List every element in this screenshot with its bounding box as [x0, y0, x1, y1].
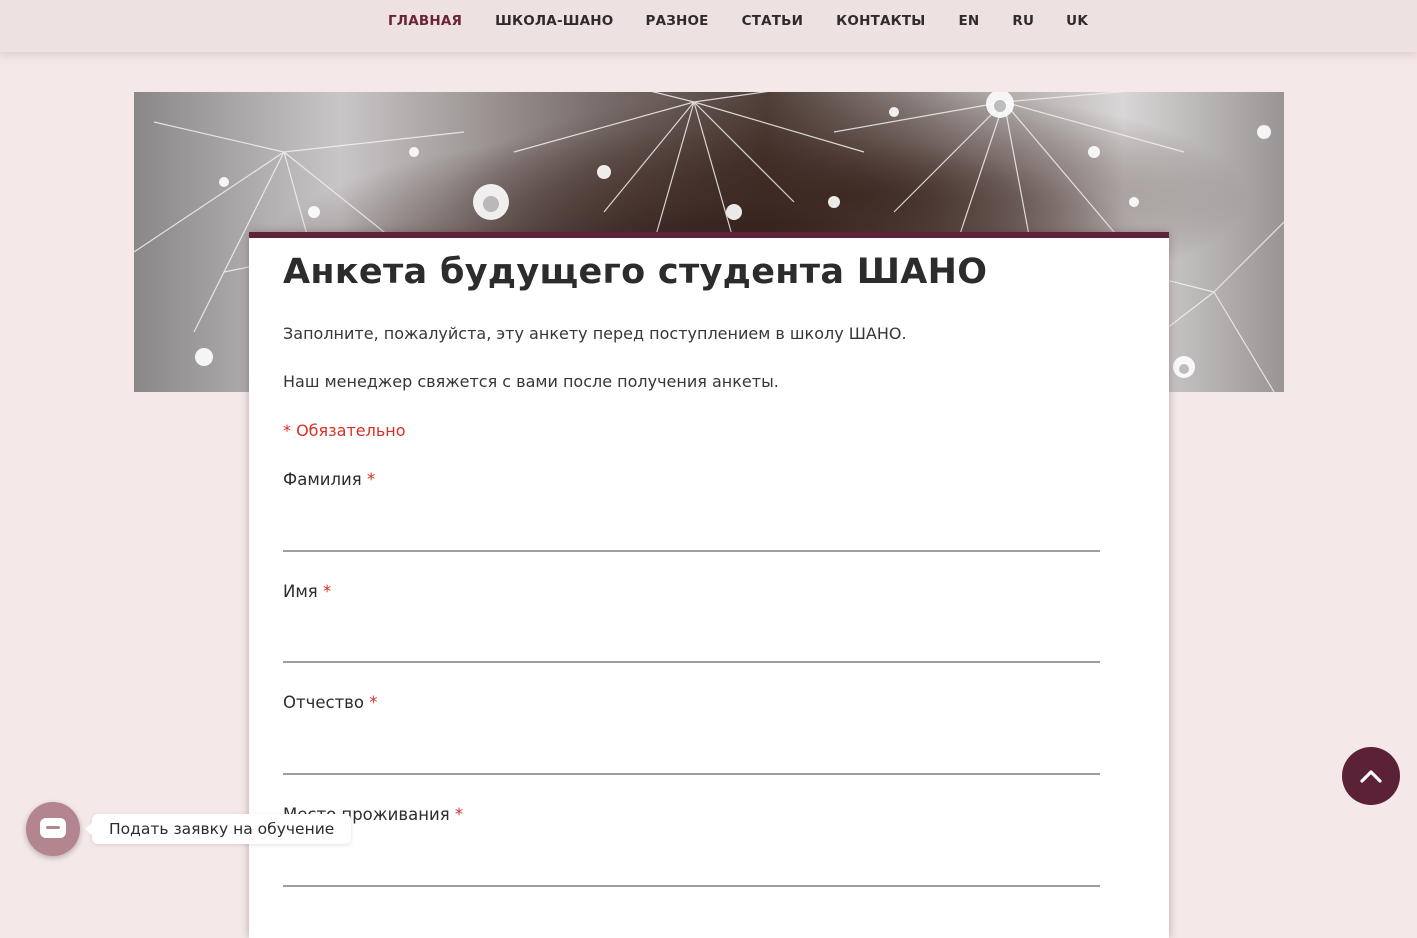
- form-card: Анкета будущего студента ШАНО Заполните,…: [249, 232, 1169, 938]
- surname-input[interactable]: [283, 514, 1100, 552]
- chevron-up-icon: [1360, 770, 1382, 783]
- field-label-surname: Фамилия *: [283, 470, 375, 489]
- required-star: *: [366, 470, 376, 489]
- chat-label[interactable]: Подать заявку на обучение: [84, 814, 352, 844]
- lang-uk[interactable]: UK: [1066, 13, 1088, 29]
- required-star: *: [322, 582, 332, 601]
- form-description: Заполните, пожалуйста, эту анкету перед …: [283, 324, 907, 343]
- field-label-text: Отчество: [283, 693, 365, 712]
- nav-item-school[interactable]: ШКОЛА-ШАНО: [495, 13, 613, 29]
- lang-ru[interactable]: RU: [1012, 13, 1034, 29]
- field-label-text: Фамилия: [283, 470, 362, 489]
- nav-item-misc[interactable]: РАЗНОЕ: [645, 13, 708, 29]
- nav-item-articles[interactable]: СТАТЬИ: [742, 13, 804, 29]
- nav-item-contacts[interactable]: КОНТАКТЫ: [836, 13, 925, 29]
- lang-en[interactable]: EN: [958, 13, 979, 29]
- patronymic-input[interactable]: [283, 737, 1100, 775]
- residence-input[interactable]: [283, 849, 1100, 887]
- chat-bubble-icon: [40, 818, 66, 838]
- required-note: * Обязательно: [283, 421, 406, 440]
- field-label-name: Имя *: [283, 582, 331, 601]
- field-label-patronymic: Отчество *: [283, 693, 378, 712]
- scroll-top-button[interactable]: [1342, 747, 1400, 805]
- form-manager-note: Наш менеджер свяжется с вами после получ…: [283, 372, 779, 391]
- main-menu: ГЛАВНАЯ ШКОЛА-ШАНО РАЗНОЕ СТАТЬИ КОНТАКТ…: [388, 13, 1088, 29]
- nav-item-home[interactable]: ГЛАВНАЯ: [388, 13, 462, 29]
- required-star: *: [369, 693, 378, 712]
- top-navigation-bar: ГЛАВНАЯ ШКОЛА-ШАНО РАЗНОЕ СТАТЬИ КОНТАКТ…: [0, 0, 1417, 52]
- name-input[interactable]: [283, 625, 1100, 663]
- field-label-text: Имя: [283, 582, 318, 601]
- chat-button[interactable]: [26, 802, 80, 856]
- form-title: Анкета будущего студента ШАНО: [283, 252, 988, 292]
- required-star: *: [454, 805, 464, 824]
